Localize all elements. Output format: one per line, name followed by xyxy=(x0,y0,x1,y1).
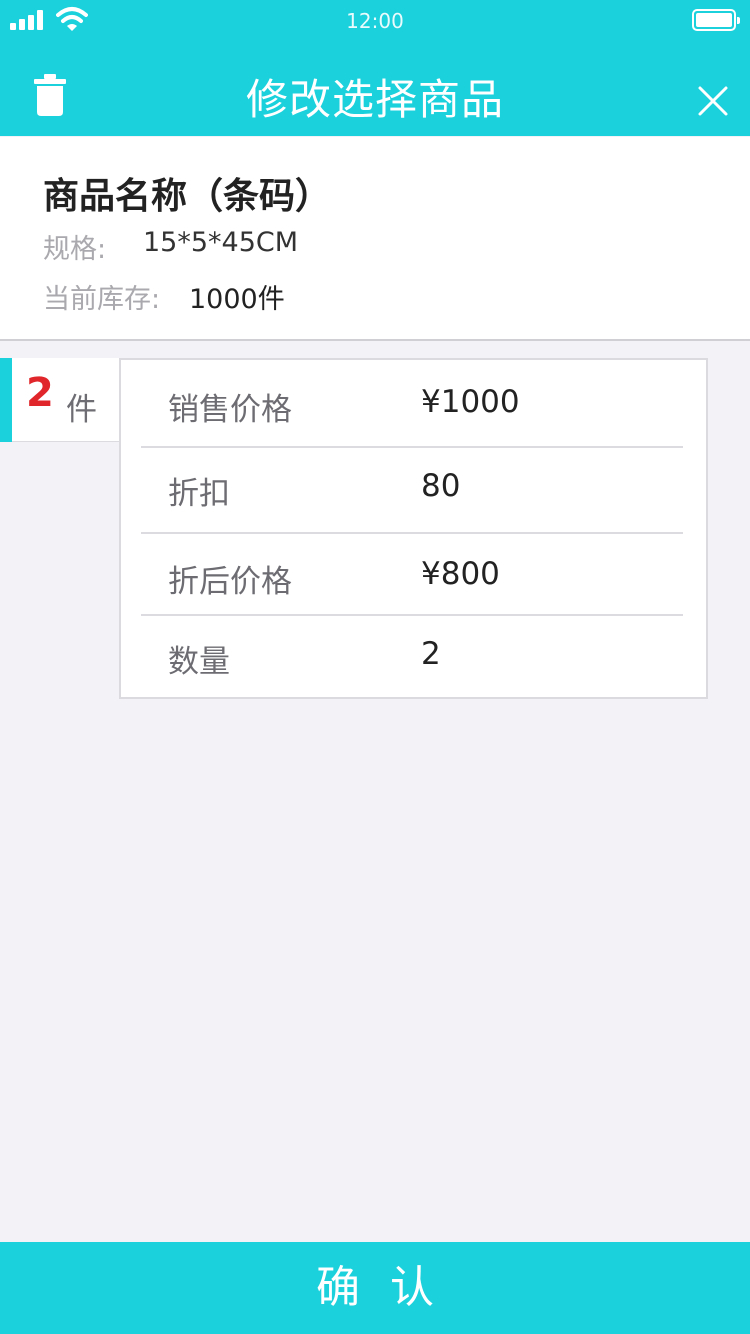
spec-label: 规格: xyxy=(43,234,107,265)
status-bar: 12:00 xyxy=(0,0,750,40)
discounted-price-value: ¥800 xyxy=(421,556,500,592)
discount-value: 80 xyxy=(421,468,461,504)
detail-row-discounted-price[interactable]: 折后价格 ¥800 xyxy=(141,534,683,616)
confirm-button[interactable]: 确认 xyxy=(0,1242,750,1334)
status-time: 12:00 xyxy=(346,9,404,33)
spec-value: 15*5*45CM xyxy=(143,227,299,258)
quantity-label: 数量 xyxy=(168,644,230,680)
product-name: 商品名称（条码） xyxy=(43,176,332,217)
product-info: 商品名称（条码） 规格: 15*5*45CM 当前库存: 1000件 xyxy=(0,137,750,341)
quantity-unit: 件 xyxy=(66,392,97,428)
detail-row-discount[interactable]: 折扣 80 xyxy=(141,448,683,534)
battery-icon xyxy=(692,9,740,31)
discounted-price-label: 折后价格 xyxy=(168,564,292,600)
quantity-number: 2 xyxy=(26,370,54,416)
header: 12:00 修改选择商品 xyxy=(0,0,750,136)
quantity-tab[interactable]: 2 件 xyxy=(0,358,120,442)
nav-bar: 修改选择商品 xyxy=(0,40,750,136)
quantity-value: 2 xyxy=(421,636,441,672)
close-icon[interactable] xyxy=(696,84,730,118)
detail-row-quantity[interactable]: 数量 2 xyxy=(141,616,683,697)
price-value: ¥1000 xyxy=(421,384,520,420)
price-label: 销售价格 xyxy=(168,392,292,428)
discount-label: 折扣 xyxy=(168,476,230,512)
detail-row-price[interactable]: 销售价格 ¥1000 xyxy=(141,360,683,448)
stock-value: 1000件 xyxy=(189,284,285,315)
detail-card: 销售价格 ¥1000 折扣 80 折后价格 ¥800 数量 2 xyxy=(119,358,708,699)
quantity-tab-accent xyxy=(0,358,12,442)
stock-label: 当前库存: xyxy=(43,284,161,315)
page-title: 修改选择商品 xyxy=(245,75,504,124)
